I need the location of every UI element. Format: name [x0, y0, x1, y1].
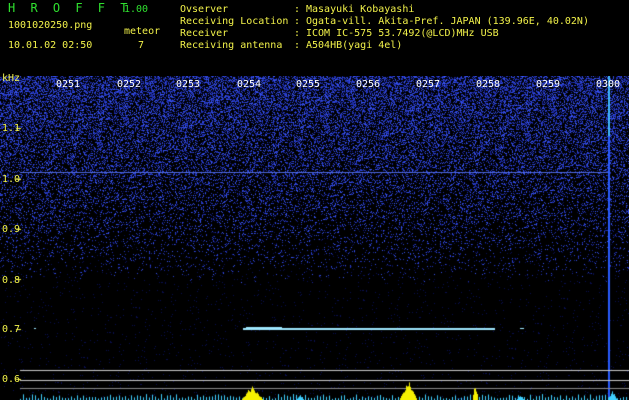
spectrogram [0, 76, 629, 400]
info-row-location: Receiving Location: Ogata-vill. Akita-Pre… [180, 16, 589, 27]
y-tick-label: 0.7 [2, 324, 21, 335]
time-label: 0256 [356, 79, 381, 90]
meteor-count: 7 [138, 40, 145, 51]
info-key: Ovserver [180, 4, 229, 15]
info-row-antenna: Receiving antenna: A504HB(yagi 4el) [180, 40, 403, 51]
time-label: 0300 [596, 79, 621, 90]
info-row-receiver: Receiver: ICOM IC-575 53.7492(@LCD)MHz US… [180, 28, 499, 39]
time-label: 0259 [536, 79, 561, 90]
time-label: 0257 [416, 79, 441, 90]
info-row-observer: Ovserver: Masayuki Kobayashi [180, 4, 415, 15]
info-value: ICOM IC-575 53.7492(@LCD)MHz USB [306, 28, 499, 39]
time-label: 0258 [476, 79, 501, 90]
y-tick-label: 0.6 [2, 374, 21, 385]
hroff-screen: H R O F F T 1.00 1001020250.png meteor 7… [0, 0, 629, 400]
app-version: 1.00 [124, 4, 149, 15]
y-tick-label: 1.1 [2, 123, 21, 134]
info-key: Receiver [180, 28, 229, 39]
time-label: 0254 [237, 79, 262, 90]
y-tick-label: 0.9 [2, 224, 21, 235]
file-name: 1001020250.png [8, 20, 93, 31]
info-key: Receiving antenna [180, 40, 283, 51]
meteor-label: meteor [124, 26, 161, 37]
time-label: 0251 [56, 79, 81, 90]
info-value: Masayuki Kobayashi [306, 4, 415, 15]
info-value: Ogata-vill. Akita-Pref. JAPAN (139.96E, … [306, 16, 589, 27]
info-key: Receiving Location [180, 16, 289, 27]
y-tick-label: 1.0 [2, 174, 21, 185]
time-label: 0255 [296, 79, 321, 90]
y-tick-label: 0.8 [2, 275, 21, 286]
capture-datetime: 10.01.02 02:50 [8, 40, 93, 51]
time-label: 0253 [176, 79, 201, 90]
axis-unit-label: kHz [2, 73, 21, 84]
app-logo: H R O F F T [8, 1, 132, 15]
info-value: A504HB(yagi 4el) [306, 40, 403, 51]
time-label: 0252 [117, 79, 142, 90]
